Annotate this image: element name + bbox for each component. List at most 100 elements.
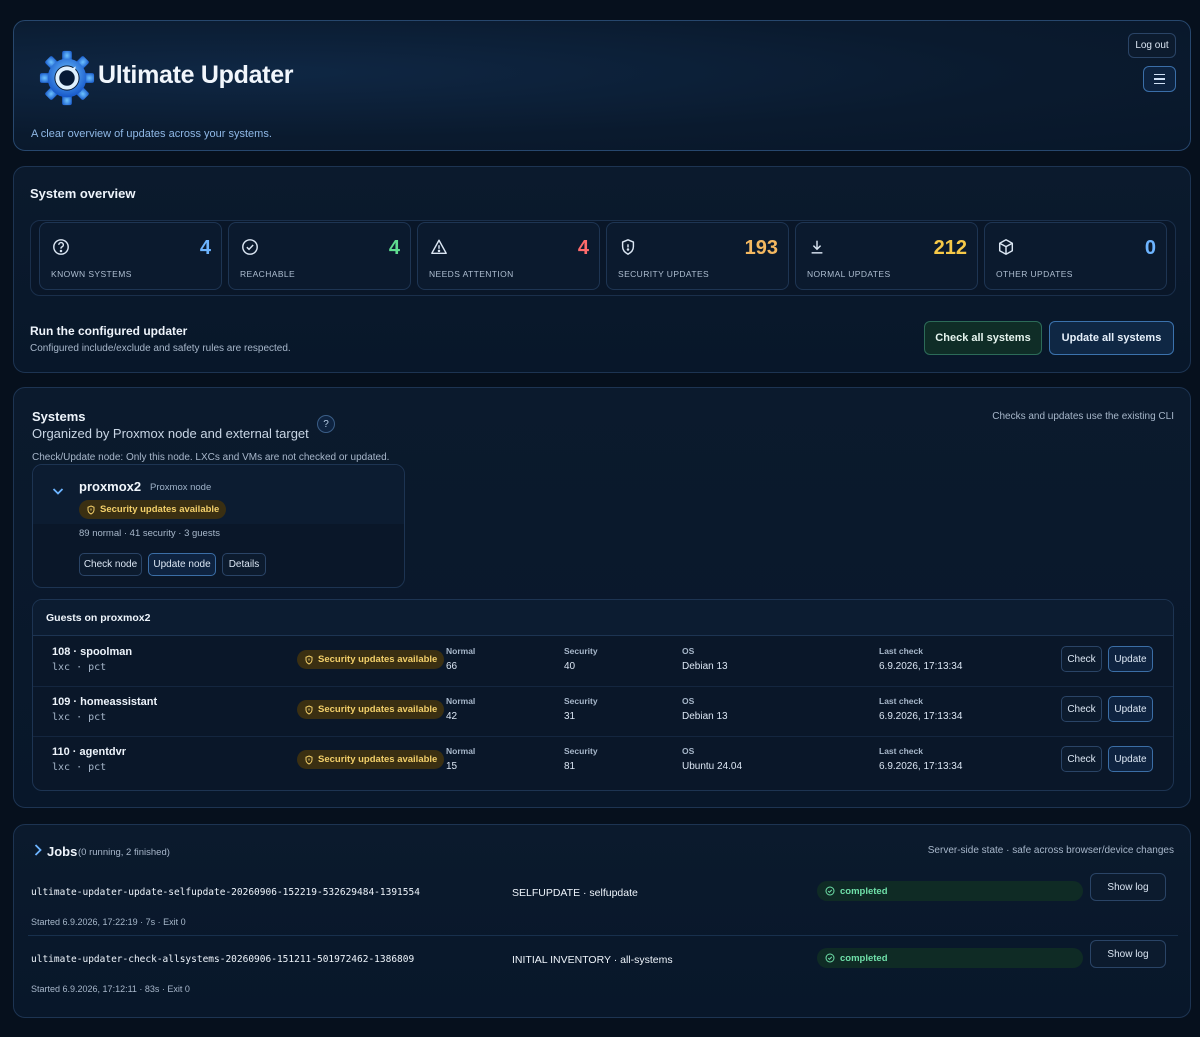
os-label: OS (682, 746, 695, 756)
job-id: ultimate-updater-check-allsystems-202609… (31, 954, 415, 965)
job-row: ultimate-updater-check-allsystems-202609… (14, 940, 1190, 1021)
status-badge-label: Security updates available (100, 504, 220, 515)
stat-value: 0 (1144, 237, 1156, 259)
check-guest-button[interactable]: Check (1061, 696, 1102, 722)
status-badge: completed (817, 881, 1083, 901)
chevron-right-icon[interactable] (32, 843, 44, 857)
security-count: 81 (564, 761, 576, 772)
os-value: Debian 13 (682, 711, 728, 722)
stat-label: REACHABLE (240, 269, 296, 279)
update-node-button[interactable]: Update node (148, 553, 216, 576)
systems-subtitle: Organized by Proxmox node and external t… (32, 426, 309, 441)
details-button[interactable]: Details (222, 553, 266, 576)
stat-reachable: 4 REACHABLE (228, 222, 411, 290)
stat-value: 4 (388, 237, 400, 259)
job-meta: Started 6.9.2026, 17:22:19 · 7s · Exit 0 (31, 917, 186, 927)
status-badge: Security updates available (79, 500, 227, 519)
status-badge-label: Security updates available (318, 654, 438, 665)
show-log-button[interactable]: Show log (1090, 873, 1166, 901)
node-type: Proxmox node (150, 482, 212, 493)
check-all-systems-button[interactable]: Check all systems (924, 321, 1042, 355)
systems-note: Checks and updates use the existing CLI (992, 411, 1174, 422)
guest-name: 110 · agentdvr (52, 746, 126, 758)
stat-label: NEEDS ATTENTION (429, 269, 514, 279)
guest-kind: lxc · pct (52, 712, 107, 723)
app-header: Ultimate Updater A clear overview of upd… (13, 20, 1191, 151)
shield-icon (305, 754, 313, 765)
security-label: Security (564, 746, 598, 756)
os-value: Debian 13 (682, 661, 728, 672)
guest-kind: lxc · pct (52, 662, 107, 673)
stat-security-updates: 193 SECURITY UPDATES (606, 222, 789, 290)
download-icon (811, 240, 823, 254)
stat-needs-attention: 4 NEEDS ATTENTION (417, 222, 600, 290)
os-value: Ubuntu 24.04 (682, 761, 743, 772)
jobs-panel: Jobs (0 running, 2 finished) Server-side… (13, 824, 1191, 1018)
table-row: 110 · agentdvr lxc · pct Security update… (33, 737, 1173, 787)
gear-logo-icon (39, 50, 95, 106)
security-count: 40 (564, 661, 576, 672)
stat-value: 4 (199, 237, 211, 259)
stat-label: KNOWN SYSTEMS (51, 269, 132, 279)
update-guest-button[interactable]: Update (1108, 696, 1153, 722)
jobs-count: (0 running, 2 finished) (78, 847, 170, 858)
check-guest-button[interactable]: Check (1061, 646, 1102, 672)
stat-value: 4 (577, 237, 589, 259)
status-badge: Security updates available (297, 700, 445, 719)
jobs-note: Server-side state · safe across browser/… (927, 845, 1174, 856)
update-guest-button[interactable]: Update (1108, 746, 1153, 772)
os-label: OS (682, 646, 695, 656)
last-check-label: Last check (879, 696, 923, 706)
stat-other-updates: 0 OTHER UPDATES (984, 222, 1167, 290)
node-meta: 89 normal · 41 security · 3 guests (79, 528, 220, 539)
node-card: proxmox2 Proxmox node Security updates a… (32, 464, 405, 588)
stat-known-systems: 4 KNOWN SYSTEMS (39, 222, 222, 290)
app-tagline: A clear overview of updates across your … (31, 128, 272, 140)
systems-title: Systems (32, 409, 86, 424)
question-circle-icon (53, 239, 69, 255)
last-check-value: 6.9.2026, 17:13:34 (879, 661, 963, 672)
table-row: 109 · homeassistant lxc · pct Security u… (33, 687, 1173, 737)
status-badge: Security updates available (297, 750, 445, 769)
stat-label: OTHER UPDATES (996, 269, 1073, 279)
job-row: ultimate-updater-update-selfupdate-20260… (14, 873, 1190, 954)
stat-label: NORMAL UPDATES (807, 269, 891, 279)
jobs-title[interactable]: Jobs (47, 844, 77, 859)
last-check-label: Last check (879, 746, 923, 756)
os-label: OS (682, 696, 695, 706)
status-badge-label: Security updates available (318, 704, 438, 715)
check-circle-icon (825, 886, 835, 896)
check-node-button[interactable]: Check node (79, 553, 142, 576)
check-circle-icon (242, 239, 258, 255)
node-card-header[interactable]: proxmox2 Proxmox node Security updates a… (33, 465, 404, 524)
last-check-value: 6.9.2026, 17:13:34 (879, 711, 963, 722)
normal-label: Normal (446, 746, 476, 756)
chevron-down-icon[interactable] (51, 484, 65, 498)
stat-label: SECURITY UPDATES (618, 269, 710, 279)
job-id: ultimate-updater-update-selfupdate-20260… (31, 887, 420, 898)
normal-label: Normal (446, 646, 476, 656)
update-all-systems-button[interactable]: Update all systems (1049, 321, 1174, 355)
help-button[interactable]: ? (317, 415, 335, 433)
job-meta: Started 6.9.2026, 17:12:11 · 83s · Exit … (31, 984, 190, 994)
stat-value: 193 (744, 237, 778, 259)
shield-icon (621, 239, 635, 255)
status-badge-label: Security updates available (318, 754, 438, 765)
guest-name: 109 · homeassistant (52, 696, 158, 708)
update-guest-button[interactable]: Update (1108, 646, 1153, 672)
show-log-button[interactable]: Show log (1090, 940, 1166, 968)
normal-label: Normal (446, 696, 476, 706)
shield-icon (305, 704, 313, 715)
systems-panel: Systems Organized by Proxmox node and ex… (13, 387, 1191, 808)
guests-title: Guests on proxmox2 (46, 612, 151, 624)
menu-button[interactable] (1143, 66, 1176, 92)
status-badge-label: completed (840, 885, 888, 897)
logout-button[interactable]: Log out (1128, 33, 1176, 58)
check-guest-button[interactable]: Check (1061, 746, 1102, 772)
app-title: Ultimate Updater (98, 61, 294, 89)
security-label: Security (564, 696, 598, 706)
stat-normal-updates: 212 NORMAL UPDATES (795, 222, 978, 290)
systems-hint: Check/Update node: Only this node. LXCs … (32, 452, 390, 463)
shield-icon (305, 654, 313, 665)
overview-title: System overview (30, 186, 136, 201)
